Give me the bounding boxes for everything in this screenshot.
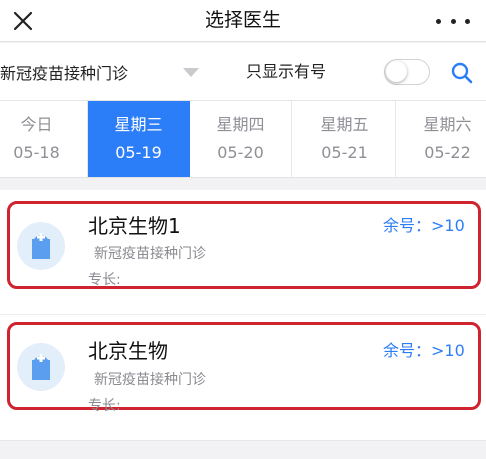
close-icon: [13, 11, 33, 31]
page-title: 选择医生: [204, 9, 281, 31]
close-button[interactable]: [10, 8, 36, 34]
date-tab-date: 05-20: [217, 143, 264, 162]
doctor-name: 北京生物1: [88, 214, 181, 238]
date-tab-weekday: 今日: [20, 115, 53, 134]
doctor-department: 新冠疫苗接种门诊: [94, 246, 206, 262]
date-tab-thursday[interactable]: 星期四 05-20: [190, 101, 292, 177]
search-button[interactable]: [449, 60, 475, 86]
remaining-count: 余号：>10: [383, 216, 465, 235]
title-bar: 选择医生: [0, 0, 486, 42]
date-tab-date: 05-21: [321, 143, 368, 162]
highlight-box: [7, 322, 481, 410]
doctor-list-item[interactable]: 北京生物 余号：>10 新冠疫苗接种门诊 专长:: [0, 314, 486, 438]
doctor-avatar-icon: [32, 354, 50, 380]
department-select-label: 新冠疫苗接种门诊: [0, 64, 129, 83]
only-available-label: 只显示有号: [246, 62, 327, 81]
date-tab-date: 05-18: [13, 143, 60, 162]
doctor-avatar-icon: [32, 233, 50, 259]
date-tab-wednesday[interactable]: 星期三 05-19: [88, 101, 190, 177]
dropdown-caret-icon: [183, 68, 199, 77]
date-tab-friday[interactable]: 星期五 05-21: [294, 101, 396, 177]
toggle-knob: [386, 61, 407, 82]
doctor-list: 北京生物1 余号：>10 新冠疫苗接种门诊 专长: 北京生物 余号：>10 新冠…: [0, 190, 486, 440]
doctor-specialty: 专长:: [88, 398, 121, 414]
date-tabs: 今日 05-18 星期三 05-19 星期四 05-20 星期五 05-21 星…: [0, 101, 486, 178]
date-tab-weekday: 星期五: [320, 115, 369, 134]
doctor-specialty: 专长:: [88, 272, 121, 288]
date-tab-date: 05-19: [115, 143, 162, 162]
doctor-avatar: [17, 343, 65, 391]
doctor-department: 新冠疫苗接种门诊: [94, 372, 206, 388]
date-tab-saturday[interactable]: 星期六 05-22: [397, 101, 486, 177]
doctor-list-item[interactable]: 北京生物1 余号：>10 新冠疫苗接种门诊 专长:: [0, 190, 486, 314]
doctor-avatar: [17, 222, 65, 270]
more-button[interactable]: [436, 8, 470, 34]
date-tab-weekday: 星期三: [114, 115, 163, 134]
list-footer-spacer: [0, 440, 486, 459]
date-tab-today[interactable]: 今日 05-18: [0, 101, 88, 177]
doctor-name: 北京生物: [88, 339, 168, 363]
remaining-count: 余号：>10: [383, 341, 465, 360]
date-tab-date: 05-22: [424, 143, 471, 162]
search-icon: [451, 62, 473, 84]
only-available-toggle[interactable]: [384, 59, 430, 85]
date-tab-weekday: 星期六: [423, 115, 472, 134]
department-select[interactable]: 新冠疫苗接种门诊: [0, 43, 210, 101]
more-dots-icon: [436, 18, 470, 24]
filter-bar: 新冠疫苗接种门诊 只显示有号: [0, 43, 486, 101]
date-tab-weekday: 星期四: [216, 115, 265, 134]
